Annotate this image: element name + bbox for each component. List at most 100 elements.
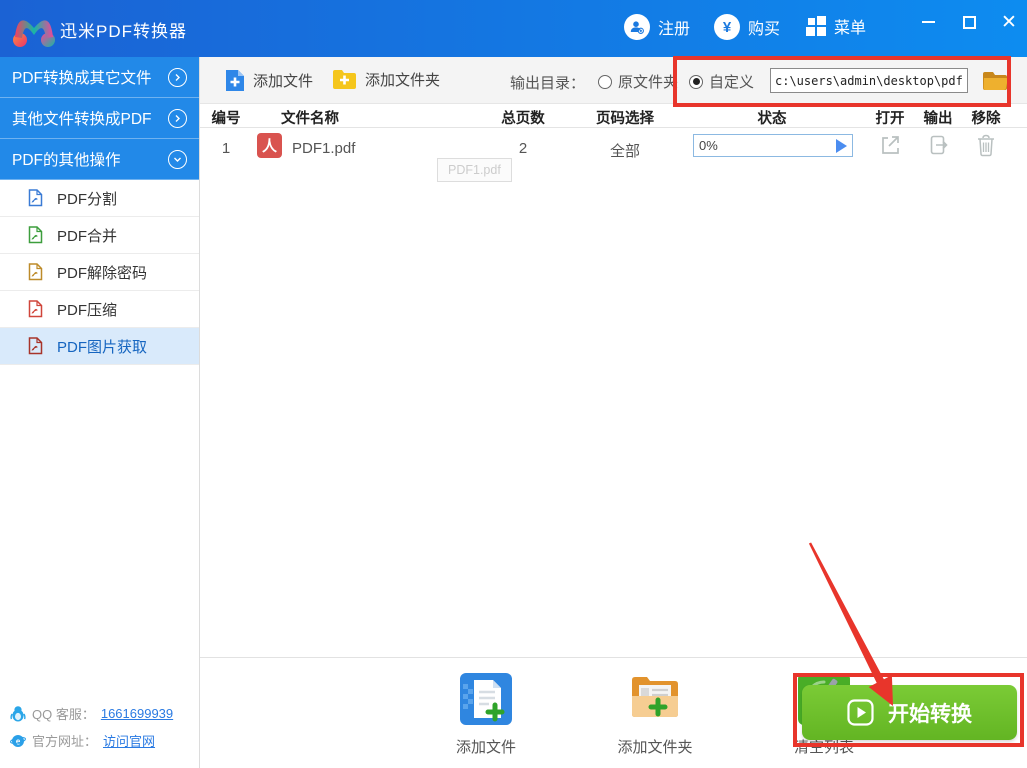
qq-label: QQ 客服： (32, 704, 95, 723)
table-row: 1 ⼈ PDF1.pdf 2 全部 0% (200, 128, 1027, 170)
add-folder-button[interactable]: 添加文件夹 (332, 69, 440, 90)
start-convert-label: 开始转换 (888, 698, 972, 728)
progress-percent: 0% (699, 138, 718, 153)
sidebar: PDF转换成其它文件 其他文件转换成PDF PDF的其他操作 PDF分割 (0, 57, 200, 768)
open-output-icon[interactable] (927, 134, 949, 156)
radio-circle-icon (598, 75, 612, 89)
pdf-doc-icon (28, 189, 43, 207)
browse-folder-icon[interactable] (982, 70, 1008, 91)
minimize-icon (922, 21, 935, 23)
row-pages: 2 (519, 140, 527, 157)
sidebar-group-pdf-to-other[interactable]: PDF转换成其它文件 (0, 57, 199, 98)
grid-menu-icon (806, 16, 826, 36)
close-button[interactable]: ✕ (989, 0, 1027, 44)
col-header-range: 页码选择 (596, 107, 654, 128)
main-area: 添加文件 添加文件夹 输出目录： 原文件夹 自定义 (200, 57, 1027, 768)
add-file-button[interactable]: 添加文件 (225, 69, 313, 92)
row-filename: PDF1.pdf (292, 140, 355, 157)
radio-custom-label: 自定义 (709, 71, 754, 92)
col-header-status: 状态 (758, 107, 787, 128)
menu-button[interactable]: 菜单 (806, 14, 866, 38)
start-play-icon (847, 699, 874, 726)
radio-original-label: 原文件夹 (618, 71, 678, 92)
qq-icon (10, 705, 26, 722)
app-window: 迅米PDF转换器 注册 ¥ 购买 菜单 ✕ P (0, 0, 1027, 768)
app-logo-icon (12, 9, 56, 49)
register-user-icon (624, 14, 650, 40)
row-page-range[interactable]: 全部 (610, 140, 640, 161)
sidebar-item-pdf-remove-password[interactable]: PDF解除密码 (0, 254, 199, 291)
maximize-button[interactable] (949, 0, 989, 44)
maximize-icon (963, 16, 976, 29)
sidebar-footer: QQ 客服： 1661699939 e 官方网址： 访问官网 (0, 700, 200, 754)
radio-circle-checked-icon (689, 75, 703, 89)
sidebar-group-label: 其他文件转换成PDF (12, 107, 152, 129)
sidebar-group-pdf-other-ops[interactable]: PDF的其他操作 (0, 139, 199, 180)
add-file-big-icon (459, 672, 513, 726)
bottom-add-file-label: 添加文件 (456, 736, 516, 757)
bottom-add-folder-button[interactable]: 添加文件夹 (600, 672, 710, 757)
pdf-doc-icon (28, 337, 43, 355)
site-label: 官方网址： (32, 731, 97, 750)
bottom-add-file-button[interactable]: 添加文件 (431, 672, 541, 757)
sidebar-item-label: PDF合并 (57, 225, 117, 246)
sidebar-item-label: PDF压缩 (57, 299, 117, 320)
sidebar-item-label: PDF解除密码 (57, 262, 147, 283)
buy-label: 购买 (748, 15, 780, 39)
col-header-output: 输出 (924, 107, 953, 128)
sidebar-group-label: PDF的其他操作 (12, 148, 121, 170)
pdf-doc-icon (28, 226, 43, 244)
qq-number-link[interactable]: 1661699939 (101, 706, 173, 721)
sidebar-item-pdf-compress[interactable]: PDF压缩 (0, 291, 199, 328)
sidebar-item-pdf-split[interactable]: PDF分割 (0, 180, 199, 217)
pdf-file-icon: ⼈ (257, 133, 282, 158)
col-header-pages: 总页数 (501, 107, 545, 128)
register-button[interactable]: 注册 (624, 14, 690, 40)
add-folder-big-icon (628, 672, 682, 726)
radio-custom-folder[interactable]: 自定义 (689, 71, 754, 92)
sidebar-group-label: PDF转换成其它文件 (12, 66, 152, 88)
sidebar-item-label: PDF图片获取 (57, 336, 147, 357)
register-label: 注册 (658, 15, 690, 39)
add-folder-icon (332, 69, 357, 90)
app-title: 迅米PDF转换器 (60, 17, 187, 42)
pdf-doc-icon (28, 300, 43, 318)
sidebar-group-other-to-pdf[interactable]: 其他文件转换成PDF (0, 98, 199, 139)
chevron-right-icon (168, 68, 187, 87)
output-dir-label: 输出目录： (510, 72, 585, 93)
open-file-icon[interactable] (879, 134, 901, 156)
toolbar: 添加文件 添加文件夹 输出目录： 原文件夹 自定义 (200, 57, 1027, 104)
add-file-label: 添加文件 (253, 70, 313, 91)
chevron-right-icon (168, 109, 187, 128)
col-header-index: 编号 (212, 107, 241, 128)
buy-button[interactable]: ¥ 购买 (714, 14, 780, 40)
menu-label: 菜单 (834, 14, 866, 38)
radio-original-folder[interactable]: 原文件夹 (598, 71, 678, 92)
close-icon: ✕ (1001, 13, 1017, 32)
start-convert-button[interactable]: 开始转换 (802, 685, 1017, 740)
filename-tooltip: PDF1.pdf (437, 158, 512, 182)
sidebar-item-pdf-merge[interactable]: PDF合并 (0, 217, 199, 254)
progress-bar: 0% (693, 134, 853, 157)
official-site-link[interactable]: 访问官网 (103, 731, 155, 750)
chevron-down-icon (168, 150, 187, 169)
table-header: 编号 文件名称 总页数 页码选择 状态 打开 输出 移除 (200, 104, 1027, 128)
output-path-input[interactable] (770, 68, 968, 93)
bottom-add-folder-label: 添加文件夹 (617, 736, 692, 757)
add-folder-label: 添加文件夹 (365, 69, 440, 90)
add-file-icon (225, 69, 245, 92)
browser-icon: e (10, 733, 26, 749)
sidebar-item-label: PDF分割 (57, 188, 117, 209)
col-header-filename: 文件名称 (281, 107, 339, 128)
delete-icon[interactable] (976, 134, 996, 157)
title-bar: 迅米PDF转换器 注册 ¥ 购买 菜单 ✕ (0, 0, 1027, 57)
bottom-panel: 添加文件 添加文件夹 (200, 657, 1027, 768)
pdf-doc-icon (28, 263, 43, 281)
play-icon[interactable] (836, 139, 847, 153)
yen-icon: ¥ (714, 14, 740, 40)
sidebar-item-pdf-extract-images[interactable]: PDF图片获取 (0, 328, 199, 365)
col-header-open: 打开 (876, 107, 905, 128)
minimize-button[interactable] (908, 0, 948, 44)
col-header-remove: 移除 (972, 107, 1001, 128)
row-index: 1 (222, 140, 230, 157)
